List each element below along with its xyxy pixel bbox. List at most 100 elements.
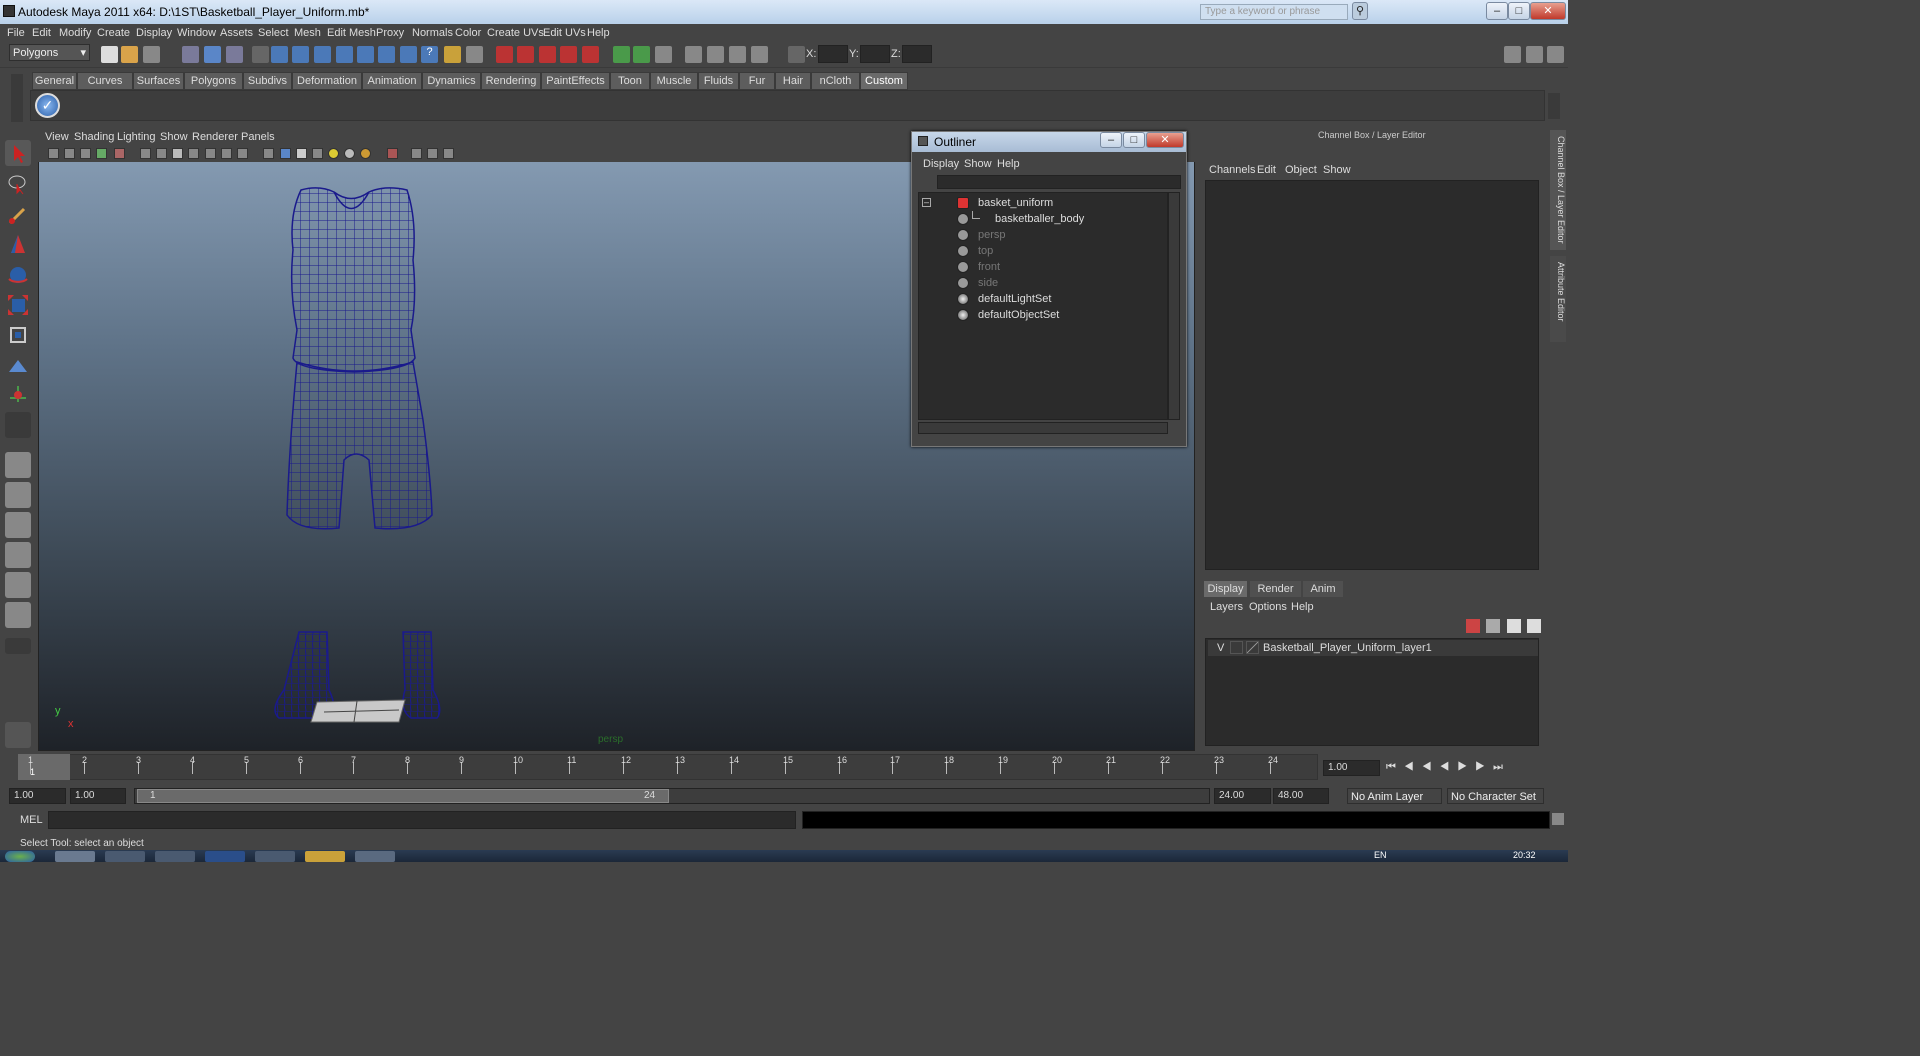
camera-select-icon[interactable] bbox=[48, 148, 59, 159]
shelf-tab-deformation[interactable]: Deformation bbox=[292, 72, 362, 90]
scale-tool-icon[interactable] bbox=[5, 292, 31, 318]
single-pane-layout-icon[interactable] bbox=[5, 452, 31, 478]
four-pane-layout-icon[interactable] bbox=[5, 482, 31, 508]
taskbar-maya-icon[interactable] bbox=[355, 851, 395, 862]
bookmark-icon[interactable] bbox=[80, 148, 91, 159]
safe-title-icon[interactable] bbox=[237, 148, 248, 159]
y-value-field[interactable] bbox=[860, 45, 890, 63]
taskbar-photoshop-icon[interactable] bbox=[205, 851, 245, 862]
outliner-menu-show[interactable]: Show bbox=[964, 158, 992, 170]
xray-icon[interactable] bbox=[411, 148, 422, 159]
current-time-marker[interactable] bbox=[18, 754, 70, 780]
select-component-icon[interactable] bbox=[226, 46, 243, 63]
step-back-button[interactable]: ◀ bbox=[1404, 761, 1422, 773]
persp-graph-layout-icon[interactable] bbox=[5, 542, 31, 568]
layer-tab-anim[interactable]: Anim bbox=[1303, 581, 1343, 597]
vp-menu-show[interactable]: Show bbox=[160, 131, 188, 143]
rotate-tool-icon[interactable] bbox=[5, 262, 31, 288]
open-scene-icon[interactable] bbox=[121, 46, 138, 63]
move-up-layer-icon[interactable] bbox=[1507, 619, 1521, 633]
snap-live-icon[interactable] bbox=[357, 46, 374, 63]
attribute-editor-side-tab[interactable]: Attribute Editor bbox=[1550, 256, 1566, 342]
channel-box-icon[interactable] bbox=[707, 46, 724, 63]
layer-color-swatch[interactable] bbox=[1246, 641, 1259, 654]
menu-help[interactable]: Help bbox=[587, 27, 610, 39]
menu-assets[interactable]: Assets bbox=[220, 27, 253, 39]
outliner-item-basketballer-body[interactable]: basketballer_body bbox=[919, 211, 1167, 227]
all-lights-icon[interactable] bbox=[344, 148, 355, 159]
last-tool-slot[interactable] bbox=[5, 412, 31, 438]
taskbar-app-icon[interactable] bbox=[155, 851, 195, 862]
image-plane-icon[interactable] bbox=[96, 148, 107, 159]
show-manipulator-icon[interactable] bbox=[5, 382, 31, 408]
shelf-tab-dynamics[interactable]: Dynamics bbox=[422, 72, 481, 90]
vp-menu-shading[interactable]: Shading bbox=[74, 131, 114, 143]
manipulator-tool-icon[interactable] bbox=[5, 322, 31, 348]
channel-box-area[interactable] bbox=[1205, 180, 1539, 570]
save-scene-icon[interactable] bbox=[143, 46, 160, 63]
layer-menu-help[interactable]: Help bbox=[1291, 601, 1314, 613]
character-set-select[interactable]: No Character Set bbox=[1447, 788, 1544, 804]
layer-editor-icon[interactable] bbox=[729, 46, 746, 63]
menu-edit-mesh[interactable]: Edit Mesh bbox=[327, 27, 376, 39]
persp-uv-layout-icon[interactable] bbox=[5, 602, 31, 628]
select-tool-icon[interactable] bbox=[5, 140, 31, 166]
shelf-tab-animation[interactable]: Animation bbox=[362, 72, 422, 90]
shelf-tab-custom[interactable]: Custom bbox=[860, 72, 908, 90]
taskbar-app-icon[interactable] bbox=[255, 851, 295, 862]
soft-mod-tool-icon[interactable] bbox=[5, 352, 31, 378]
snap-point-icon[interactable] bbox=[314, 46, 331, 63]
taskbar-language[interactable]: EN bbox=[1374, 850, 1387, 860]
menu-window[interactable]: Window bbox=[177, 27, 216, 39]
default-lighting-icon[interactable] bbox=[328, 148, 339, 159]
outliner-filter-input[interactable] bbox=[937, 175, 1181, 189]
snap-grid-icon[interactable] bbox=[271, 46, 288, 63]
select-object-icon[interactable] bbox=[204, 46, 221, 63]
animation-start-field[interactable]: 1.00 bbox=[9, 788, 66, 804]
menu-proxy[interactable]: Proxy bbox=[376, 27, 404, 39]
lock-icon[interactable] bbox=[444, 46, 461, 63]
outliner-horizontal-scrollbar[interactable] bbox=[918, 422, 1168, 434]
animation-end-field[interactable]: 48.00 bbox=[1273, 788, 1329, 804]
close-button[interactable]: ✕ bbox=[1530, 2, 1566, 20]
shelf-tab-toon[interactable]: Toon bbox=[610, 72, 650, 90]
layer-type-toggle[interactable] bbox=[1230, 641, 1243, 654]
snap-curve-icon[interactable] bbox=[292, 46, 309, 63]
menu-select[interactable]: Select bbox=[258, 27, 289, 39]
outliner-item-default-object-set[interactable]: defaultObjectSet bbox=[919, 307, 1167, 323]
channel-menu-object[interactable]: Object bbox=[1285, 164, 1317, 176]
outliner-close-button[interactable]: ✕ bbox=[1146, 132, 1184, 148]
new-scene-icon[interactable] bbox=[101, 46, 118, 63]
outliner-item-persp[interactable]: persp bbox=[919, 227, 1167, 243]
vp-menu-renderer[interactable]: Renderer bbox=[192, 131, 238, 143]
transform-mode-icon[interactable] bbox=[788, 46, 805, 63]
time-slider-track[interactable] bbox=[18, 754, 1318, 780]
menu-normals[interactable]: Normals bbox=[412, 27, 453, 39]
channel-box-side-tab[interactable]: Channel Box / Layer Editor bbox=[1550, 130, 1566, 250]
outliner-menu-help[interactable]: Help bbox=[997, 158, 1020, 170]
menu-mesh[interactable]: Mesh bbox=[294, 27, 321, 39]
outliner-toggle-icon[interactable] bbox=[751, 46, 768, 63]
outliner-item-basket-uniform[interactable]: basket_uniform bbox=[919, 195, 1167, 211]
help-icon[interactable]: ? bbox=[421, 46, 438, 63]
render-frame-icon[interactable] bbox=[517, 46, 534, 63]
layer-tab-render[interactable]: Render bbox=[1250, 581, 1301, 597]
construction-history-icon[interactable] bbox=[613, 46, 630, 63]
new-layer-empty-icon[interactable] bbox=[1466, 619, 1480, 633]
lasso-tool-icon[interactable] bbox=[5, 171, 31, 197]
channel-menu-channels[interactable]: Channels bbox=[1209, 164, 1255, 176]
step-forward-key-button[interactable]: ▶ bbox=[1475, 761, 1493, 773]
show-tool-settings-icon[interactable] bbox=[1526, 46, 1543, 63]
outliner-minimize-button[interactable]: – bbox=[1100, 132, 1122, 148]
menu-set-select[interactable]: Polygons ▾ bbox=[9, 44, 90, 61]
input-ops-icon[interactable] bbox=[400, 46, 417, 63]
grid-toggle-icon[interactable] bbox=[140, 148, 151, 159]
shelf-tab-hair[interactable]: Hair bbox=[775, 72, 811, 90]
shelf-scroll-icon[interactable] bbox=[1548, 93, 1560, 119]
shadows-icon[interactable] bbox=[360, 148, 371, 159]
go-to-end-button[interactable]: ⏭ bbox=[1493, 761, 1511, 773]
z-value-field[interactable] bbox=[902, 45, 932, 63]
vp-menu-view[interactable]: View bbox=[45, 131, 69, 143]
taskbar-browser-icon[interactable] bbox=[55, 851, 95, 862]
channel-menu-edit[interactable]: Edit bbox=[1257, 164, 1276, 176]
